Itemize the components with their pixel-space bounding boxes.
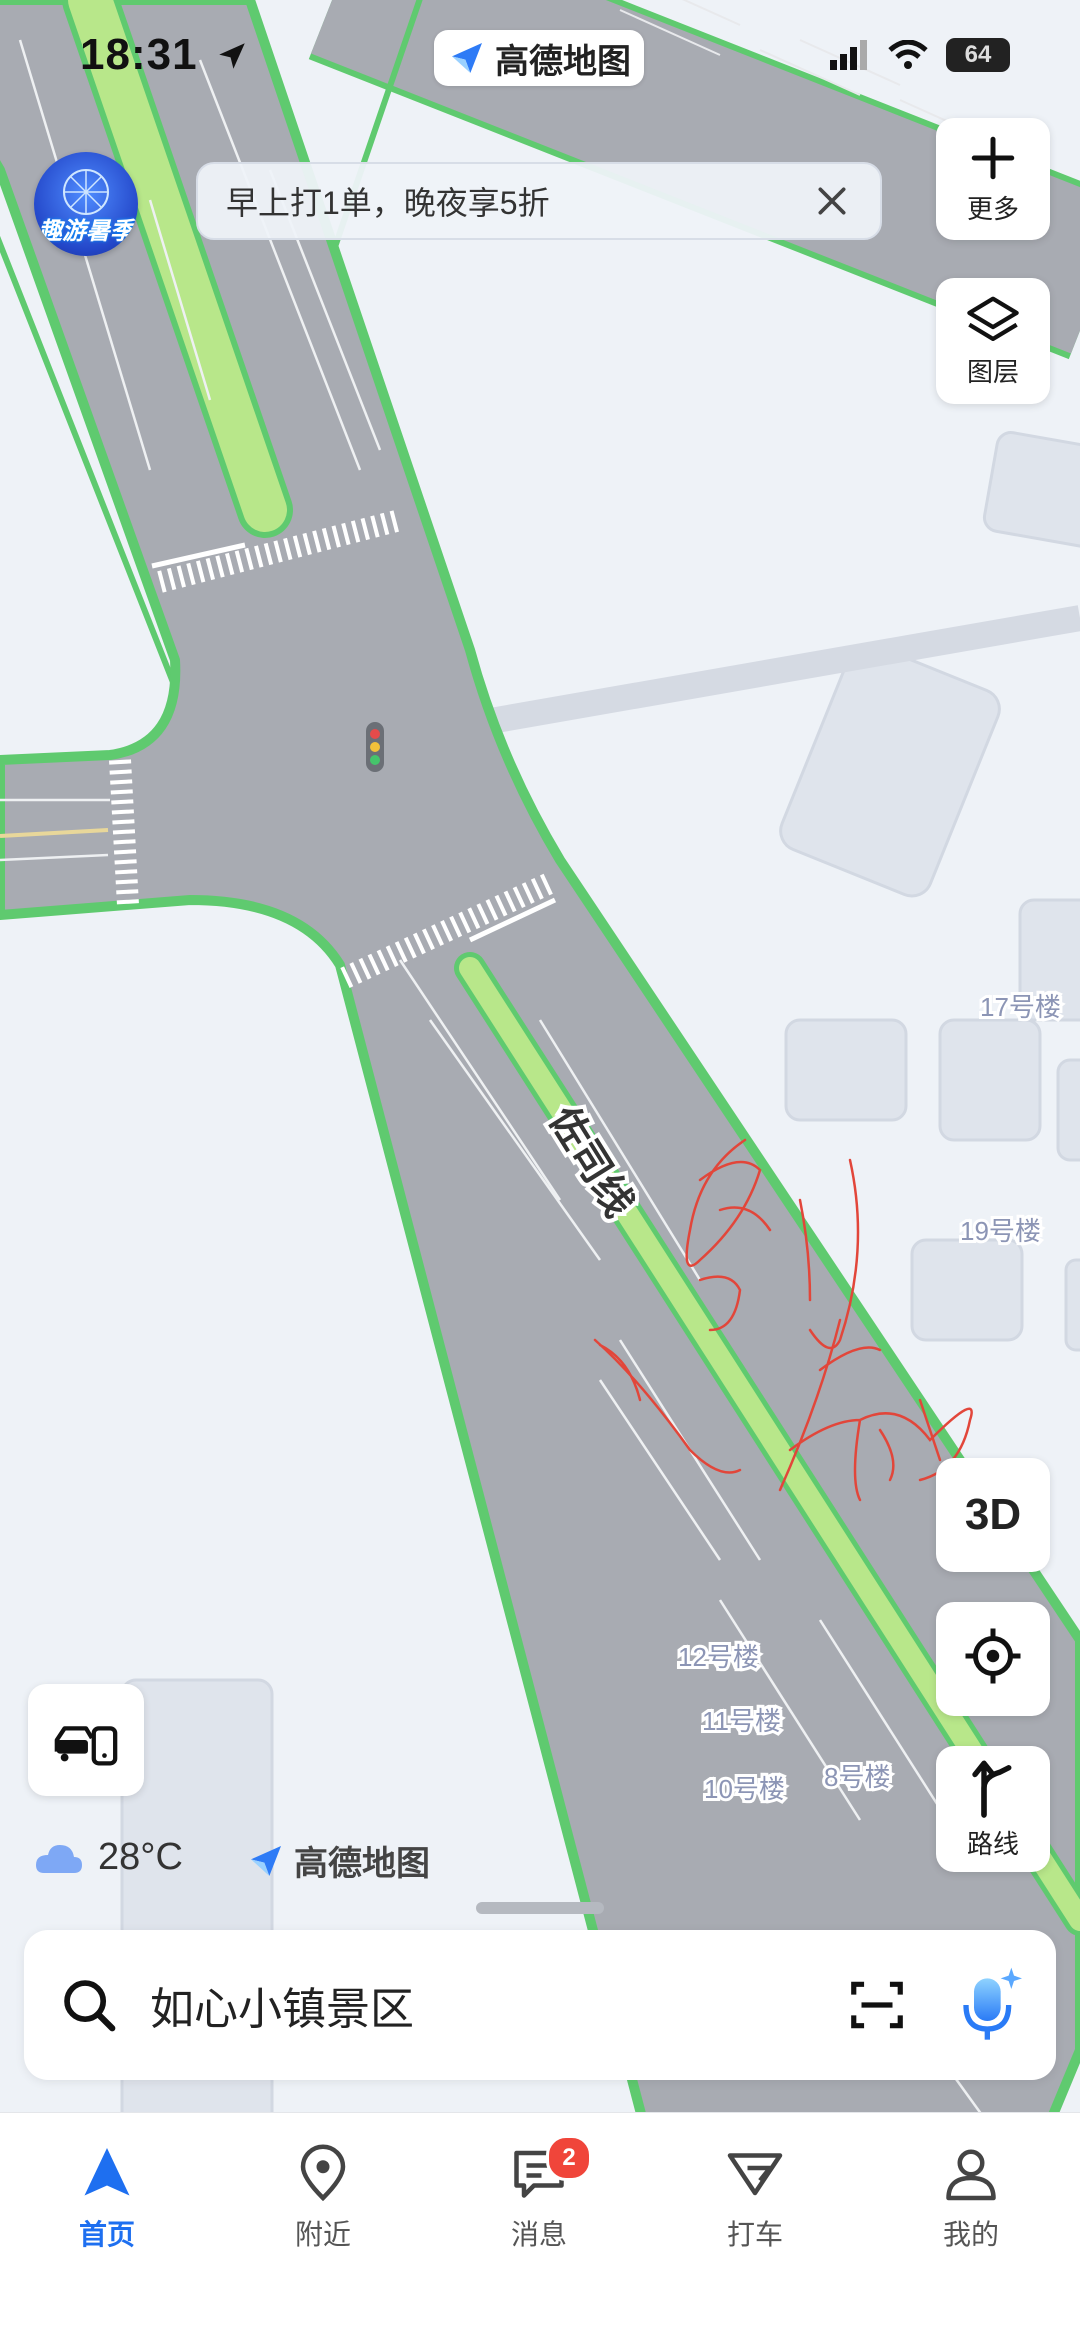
home-arrow-icon xyxy=(84,2148,130,2196)
route-arrow-icon xyxy=(972,1760,1012,1818)
scan-icon[interactable] xyxy=(846,1974,908,2036)
route-button[interactable]: 路线 xyxy=(936,1746,1050,1872)
bottom-tab-bar: 首页 附近 2 消息 打车 我的 xyxy=(0,2112,1080,2340)
status-time-text: 18:31 xyxy=(80,30,198,79)
amap-logo-icon xyxy=(452,43,482,73)
layers-label: 图层 xyxy=(966,356,1019,387)
route-label: 路线 xyxy=(966,1828,1019,1859)
temperature-text: 28°C xyxy=(98,1836,183,1878)
message-badge-count: 2 xyxy=(562,2144,576,2171)
battery-indicator: 64 xyxy=(946,38,1010,72)
locate-button[interactable] xyxy=(936,1602,1050,1716)
app-switch-pill[interactable]: 高德地图 xyxy=(434,30,644,86)
amap-logo-icon xyxy=(251,1845,281,1876)
tab-taxi-label: 打车 xyxy=(726,2219,783,2250)
cloud-icon xyxy=(36,1844,82,1873)
plus-icon xyxy=(971,136,1015,179)
3d-toggle-button[interactable]: 3D xyxy=(936,1458,1050,1572)
car-phone-icon xyxy=(54,1726,118,1766)
watermark-label: 高德地图 xyxy=(294,1845,430,1883)
building-label: 8号楼 xyxy=(824,1762,890,1792)
close-icon[interactable] xyxy=(812,181,852,221)
search-bar[interactable]: 如心小镇景区 xyxy=(24,1930,1056,2080)
building-label: 17号楼 xyxy=(980,992,1061,1022)
status-time: 18:31 xyxy=(80,30,249,80)
promo-banner[interactable]: 早上打1单，晚夜享5折 xyxy=(196,162,882,240)
tab-home[interactable]: 首页 xyxy=(32,2143,182,2253)
wifi-icon xyxy=(888,40,928,69)
taxi-icon xyxy=(727,2153,783,2196)
voice-mic-icon[interactable] xyxy=(958,1965,1022,2045)
layers-button[interactable]: 图层 xyxy=(936,278,1050,404)
building-label: 19号楼 xyxy=(960,1216,1041,1246)
tab-nearby[interactable]: 附近 xyxy=(248,2143,398,2253)
more-label: 更多 xyxy=(966,193,1019,224)
tab-profile-label: 我的 xyxy=(942,2219,999,2250)
weather-widget[interactable]: 28°C xyxy=(32,1836,183,1879)
profile-icon xyxy=(946,2149,996,2201)
3d-label: 3D xyxy=(964,1490,1022,1539)
tab-profile[interactable]: 我的 xyxy=(896,2143,1046,2253)
tab-nearby-label: 附近 xyxy=(294,2219,351,2250)
amap-watermark: 高德地图 xyxy=(246,1836,430,1885)
search-input[interactable]: 如心小镇景区 xyxy=(150,1973,414,2037)
location-pin-icon xyxy=(300,2144,346,2202)
app-pill-label: 高德地图 xyxy=(495,42,631,81)
tab-messages-label: 消息 xyxy=(510,2219,567,2250)
promo-text: 早上打1单，晚夜享5折 xyxy=(226,185,550,221)
layers-icon xyxy=(967,296,1019,341)
tab-taxi[interactable]: 打车 xyxy=(680,2143,830,2253)
car-phone-button[interactable] xyxy=(28,1684,144,1796)
more-button[interactable]: 更多 xyxy=(936,118,1050,240)
search-icon xyxy=(64,1980,116,2032)
battery-level: 64 xyxy=(964,41,992,68)
sheet-drag-handle[interactable] xyxy=(476,1902,604,1914)
tab-home-label: 首页 xyxy=(78,2219,135,2250)
building-label: 12号楼 xyxy=(678,1642,759,1672)
signal-icon xyxy=(830,40,867,70)
avatar-label: 趣游暑季 xyxy=(38,218,134,245)
crosshair-icon xyxy=(965,1628,1021,1684)
building-label: 10号楼 xyxy=(704,1774,785,1804)
status-indicators: 64 xyxy=(830,38,1010,72)
traffic-light-icon xyxy=(366,722,384,772)
location-arrow-icon xyxy=(219,43,245,69)
building-label: 11号楼 xyxy=(702,1706,781,1736)
event-avatar[interactable]: 趣游暑季 xyxy=(34,152,138,256)
tab-messages[interactable]: 2 消息 xyxy=(464,2135,614,2253)
message-badge: 2 xyxy=(546,2135,592,2181)
